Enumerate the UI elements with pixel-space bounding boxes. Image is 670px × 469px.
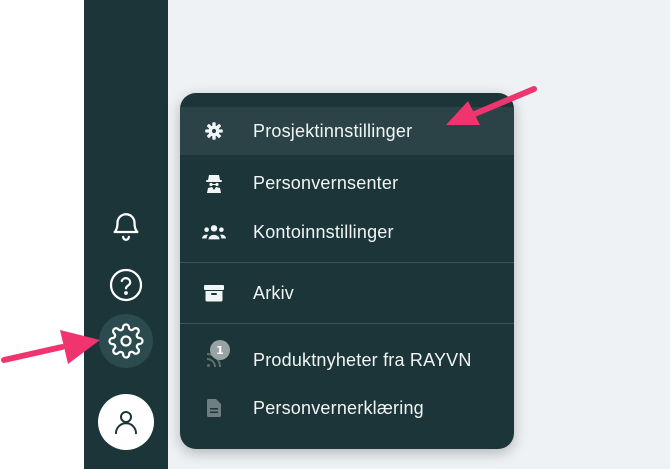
users-icon bbox=[202, 220, 226, 244]
help-button[interactable] bbox=[99, 258, 153, 312]
menu-item-product-news[interactable]: 1 Produktnyheter fra RAYVN bbox=[180, 336, 514, 384]
settings-icon bbox=[108, 323, 144, 359]
bell-icon bbox=[113, 213, 139, 241]
menu-item-label: Produktnyheter fra RAYVN bbox=[253, 349, 472, 370]
gear-icon bbox=[202, 119, 226, 143]
menu-item-privacy-center[interactable]: Personvernsenter bbox=[180, 159, 514, 207]
notifications-button[interactable] bbox=[99, 200, 153, 254]
menu-item-label: Personvernerklæring bbox=[253, 397, 424, 418]
menu-item-label: Arkiv bbox=[253, 282, 294, 303]
menu-item-privacy-statement[interactable]: Personvernerklæring bbox=[180, 384, 514, 432]
left-margin bbox=[0, 0, 84, 469]
help-icon bbox=[109, 268, 143, 302]
user-avatar-button[interactable] bbox=[98, 394, 154, 450]
menu-divider bbox=[180, 323, 514, 324]
document-icon bbox=[202, 396, 226, 420]
archive-icon bbox=[202, 281, 226, 305]
settings-button[interactable] bbox=[99, 314, 153, 368]
menu-item-label: Prosjektinnstillinger bbox=[253, 120, 413, 141]
annotation-arrow-left bbox=[1, 330, 100, 364]
notification-badge: 1 bbox=[210, 340, 230, 360]
annotation-arrow-top bbox=[446, 86, 537, 125]
menu-item-label: Personvernsenter bbox=[253, 172, 399, 193]
menu-divider bbox=[180, 262, 514, 263]
spy-icon bbox=[202, 171, 226, 195]
menu-item-label: Kontoinnstillinger bbox=[253, 221, 394, 242]
menu-item-account-settings[interactable]: Kontoinnstillinger bbox=[180, 208, 514, 256]
user-icon bbox=[115, 411, 137, 435]
menu-item-archive[interactable]: Arkiv bbox=[180, 269, 514, 317]
settings-menu: Prosjektinnstillinger Personvernsenter K… bbox=[180, 93, 514, 449]
